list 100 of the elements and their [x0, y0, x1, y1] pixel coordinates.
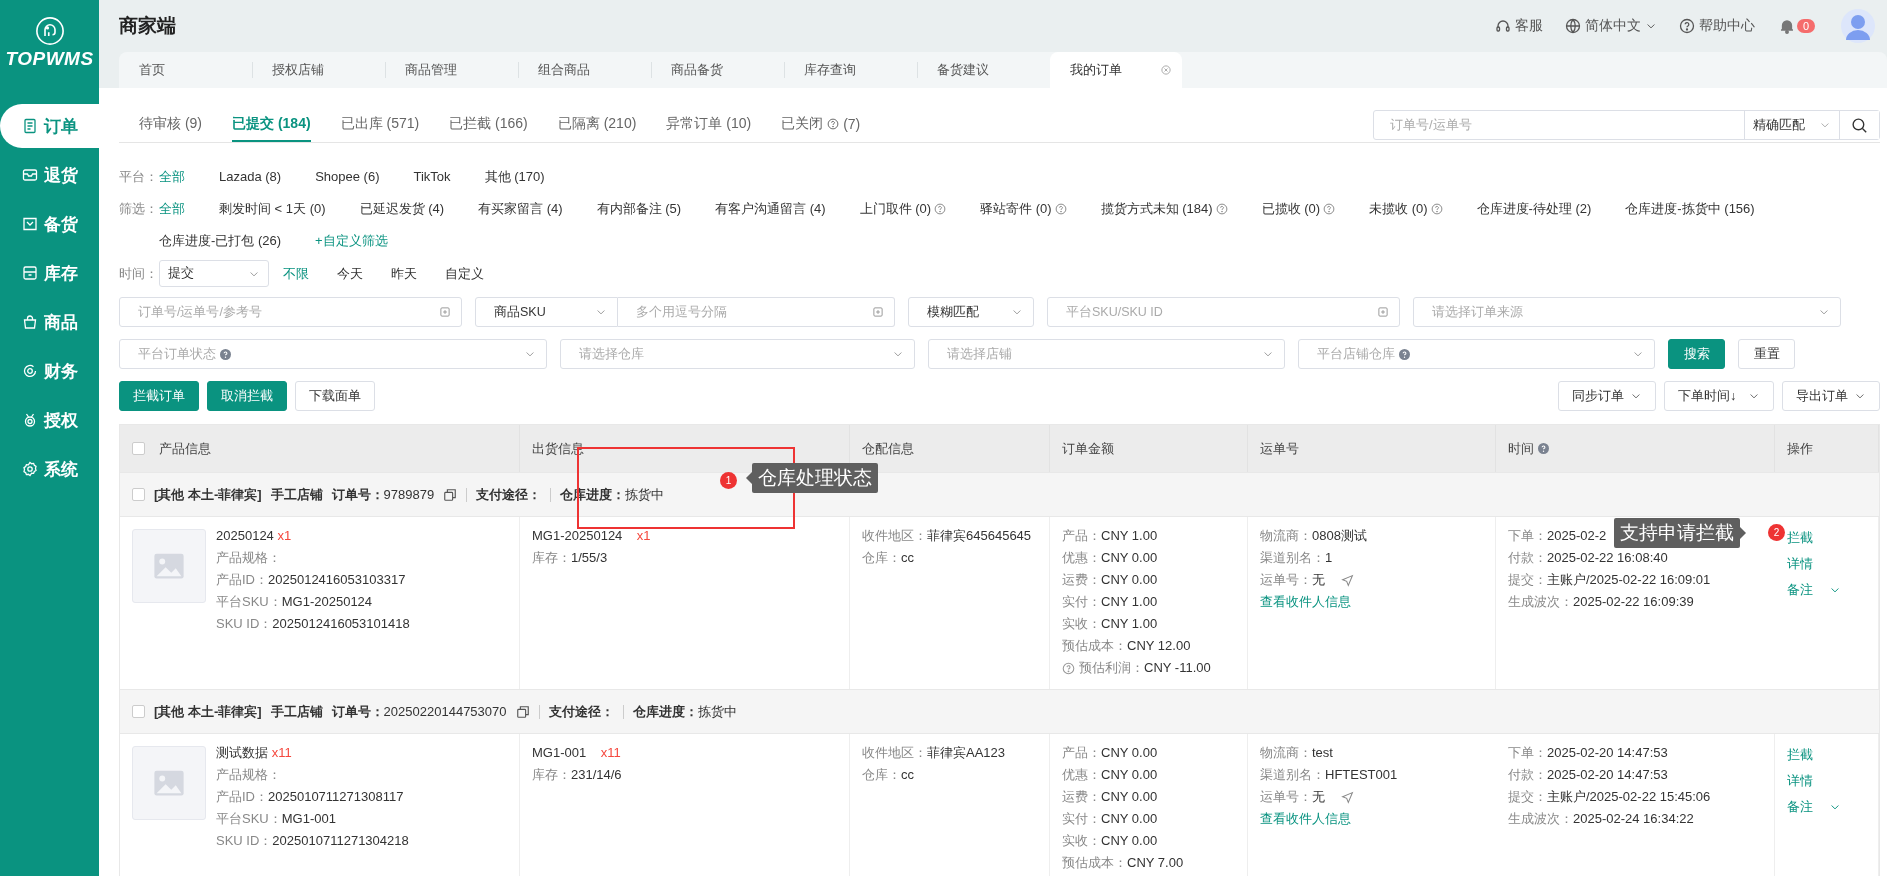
page-tab[interactable]: 库存查询: [784, 52, 917, 88]
custom-filter-link[interactable]: +自定义筛选: [315, 230, 388, 252]
status-tab[interactable]: 已提交 (184): [232, 108, 311, 142]
service-link[interactable]: 客服: [1515, 17, 1543, 35]
search-button[interactable]: 搜索: [1668, 339, 1725, 369]
paste-icon: [1377, 306, 1389, 318]
nav-item[interactable]: 库存: [0, 251, 99, 295]
filter-option[interactable]: 已延迟发货 (4): [359, 198, 445, 220]
action-link[interactable]: 备注: [1787, 796, 1813, 818]
carrier: 物流商：0808测试: [1260, 527, 1367, 545]
headset-icon: [1495, 18, 1511, 34]
page-tab[interactable]: 首页: [119, 52, 252, 88]
filter-option[interactable]: 全部: [159, 198, 185, 220]
page-tab[interactable]: 商品管理: [385, 52, 518, 88]
checkbox[interactable]: [132, 488, 145, 501]
time-line: 生成波次：2025-02-22 16:09:39: [1508, 593, 1694, 611]
status-tab[interactable]: 已拦截 (166): [449, 108, 528, 142]
filter-option[interactable]: 有买家留言 (4): [478, 198, 563, 220]
amount-line: 预估成本：CNY 7.00: [1062, 854, 1184, 872]
send-icon: [1341, 790, 1354, 804]
send-icon: [1341, 573, 1354, 587]
nav-item[interactable]: 系统: [0, 447, 99, 491]
filter-option[interactable]: 剩发时间 < 1天 (0): [219, 198, 326, 220]
column-header: 时间: [1508, 439, 1534, 458]
store-name: 手工店铺: [270, 702, 323, 721]
action-link[interactable]: 拦截: [1787, 527, 1813, 549]
filter-option[interactable]: Shopee (6): [315, 166, 380, 188]
filter-option[interactable]: 全部: [159, 166, 185, 188]
sort-select[interactable]: 下单时间↓: [1664, 381, 1774, 411]
language-selector[interactable]: 简体中文: [1585, 17, 1641, 35]
order-number-label: 订单号：: [331, 702, 384, 721]
filter-option[interactable]: 仓库进度-已打包 (26): [159, 230, 282, 252]
filter-option[interactable]: 其他 (170): [484, 166, 545, 188]
nav-item[interactable]: 备货: [0, 202, 99, 246]
stock-info: 库存：231/14/6: [532, 766, 622, 784]
action-link[interactable]: 拦截: [1787, 744, 1813, 766]
action-button[interactable]: 下载面单: [295, 381, 375, 411]
action-button[interactable]: 取消拦截: [207, 381, 287, 411]
filter-option[interactable]: 未揽收 (0): [1369, 198, 1428, 220]
product-field: 平台SKU：MG1-20250124: [216, 591, 373, 613]
select-field[interactable]: 模糊匹配: [908, 297, 1034, 327]
status-tab[interactable]: 待审核 (9): [139, 108, 202, 142]
filter-option[interactable]: 已揽收 (0): [1261, 198, 1320, 220]
tooltip: 支持申请拦截: [1614, 518, 1746, 548]
product-field: 产品ID：2025012416053103317: [216, 569, 406, 591]
checkbox[interactable]: [132, 442, 145, 455]
filter-option[interactable]: 仓库进度-待处理 (2): [1476, 198, 1592, 220]
filter-option[interactable]: 上门取件 (0): [859, 198, 932, 220]
order-number: 20250220144753070: [383, 704, 507, 719]
reset-button[interactable]: 重置: [1738, 339, 1795, 369]
order-number: 9789879: [383, 487, 435, 502]
status-tab[interactable]: 异常订单 (10): [666, 108, 752, 142]
status-tab[interactable]: 已关闭 (7): [781, 108, 861, 142]
filter-option[interactable]: TikTok: [413, 166, 451, 188]
filter-option[interactable]: 驿站寄件 (0): [980, 198, 1052, 220]
page-tab[interactable]: 商品备货: [651, 52, 784, 88]
filter-option[interactable]: 有客户沟通留言 (4): [715, 198, 826, 220]
dropdown-button[interactable]: 导出订单: [1782, 381, 1880, 411]
amount-line: 产品：CNY 0.00: [1062, 744, 1158, 762]
recipient-link[interactable]: 查看收件人信息: [1260, 591, 1351, 613]
status-tab[interactable]: 已出库 (571): [340, 108, 420, 142]
page-tab[interactable]: 备货建议: [917, 52, 1050, 88]
status-tab[interactable]: 已隔离 (210): [557, 108, 637, 142]
avatar[interactable]: [1841, 9, 1875, 43]
page-tab[interactable]: 授权店铺: [252, 52, 385, 88]
nav-item[interactable]: 财务: [0, 349, 99, 393]
page-tab[interactable]: 组合商品: [518, 52, 651, 88]
action-link[interactable]: 备注: [1787, 579, 1813, 601]
filter-option[interactable]: 揽货方式未知 (184): [1100, 198, 1213, 220]
settings-icon: [21, 461, 38, 477]
help-center-link[interactable]: 帮助中心: [1699, 17, 1755, 35]
amount-line: 优惠：CNY 0.00: [1062, 549, 1158, 567]
filter-option[interactable]: 仓库进度-拣货中 (156): [1625, 198, 1755, 220]
nav-item[interactable]: 订单: [0, 104, 99, 148]
nav-item[interactable]: 商品: [0, 300, 99, 344]
filter-option[interactable]: Lazada (8): [219, 166, 282, 188]
waybill-number: 运单号：无: [1260, 571, 1325, 589]
time-option[interactable]: 不限: [283, 262, 309, 285]
action-link[interactable]: 详情: [1787, 553, 1813, 575]
checkbox[interactable]: [132, 705, 145, 718]
time-type-select[interactable]: 提交: [159, 260, 269, 287]
inbox-icon: [21, 216, 38, 232]
payment-label: 支付途径：: [476, 485, 542, 504]
tooltip: 仓库处理状态: [746, 463, 878, 493]
time-option[interactable]: 昨天: [391, 262, 417, 285]
dropdown-button[interactable]: 同步订单: [1558, 381, 1656, 411]
time-line: 下单：2025-02-20 14:47:53: [1508, 744, 1668, 762]
filter-option[interactable]: 有内部备注 (5): [596, 198, 682, 220]
recipient-link[interactable]: 查看收件人信息: [1260, 808, 1351, 830]
amount-line: 实收：CNY 1.00: [1062, 615, 1158, 633]
action-button[interactable]: 拦截订单: [119, 381, 199, 411]
nav-item[interactable]: 授权: [0, 398, 99, 442]
nav-item[interactable]: 退货: [0, 153, 99, 197]
time-option[interactable]: 今天: [337, 262, 363, 285]
action-link[interactable]: 详情: [1787, 770, 1813, 792]
page-tab[interactable]: 我的订单: [1050, 52, 1182, 88]
warehouse-field: 仓库：cc: [862, 547, 914, 569]
select-field[interactable]: 商品SKU: [475, 297, 618, 327]
time-option[interactable]: 自定义: [445, 262, 484, 285]
archive-icon: [21, 265, 38, 281]
